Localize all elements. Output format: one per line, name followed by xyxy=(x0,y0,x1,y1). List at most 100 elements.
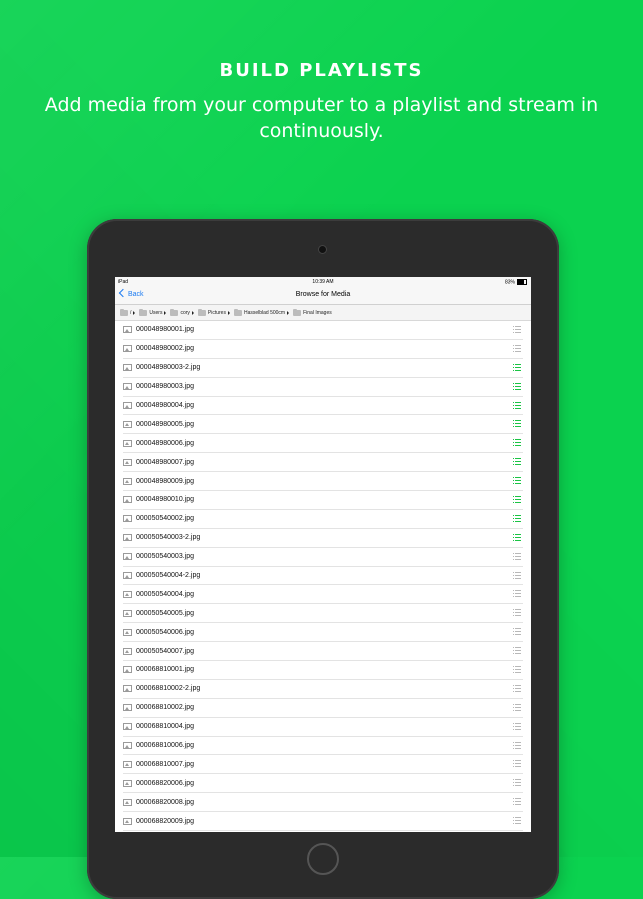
playlist-icon-dot xyxy=(513,647,515,649)
playlist-icon-dot xyxy=(513,798,515,800)
playlist-icon-dot xyxy=(513,669,515,671)
list-item[interactable]: 000068810007.jpg xyxy=(123,755,523,775)
list-item[interactable]: 000048980009.jpg xyxy=(123,472,523,492)
list-item[interactable]: 000050540004.jpg xyxy=(123,585,523,605)
add-to-playlist-icon[interactable] xyxy=(513,363,521,371)
add-to-playlist-icon[interactable] xyxy=(513,684,521,692)
list-item[interactable]: 000048980001.jpg xyxy=(123,321,523,340)
add-to-playlist-icon[interactable] xyxy=(513,628,521,636)
image-file-icon xyxy=(123,742,132,750)
list-item[interactable]: 000048980005.jpg xyxy=(123,415,523,435)
add-to-playlist-icon[interactable] xyxy=(513,382,521,390)
list-item[interactable]: 000048980003-2.jpg xyxy=(123,359,523,378)
playlist-icon-bar xyxy=(515,407,521,409)
playlist-icon-bar xyxy=(515,628,521,630)
breadcrumb-label: Users xyxy=(149,309,163,316)
list-item[interactable]: 000050540005.jpg xyxy=(123,604,523,624)
playlist-icon-bar xyxy=(515,536,521,538)
list-item[interactable]: 000068820009.jpg xyxy=(123,812,523,832)
breadcrumb-item[interactable]: Hasselblad 500cm xyxy=(233,308,290,316)
add-to-playlist-icon[interactable] xyxy=(513,326,521,333)
image-file-icon xyxy=(123,760,132,768)
breadcrumb-item[interactable]: Final Images xyxy=(293,308,332,316)
file-name: 000048980005.jpg xyxy=(136,420,195,428)
add-to-playlist-icon[interactable] xyxy=(513,439,521,447)
list-item[interactable]: 000050540003.jpg xyxy=(123,548,523,567)
playlist-icon-bar xyxy=(515,725,521,727)
list-item[interactable]: 000048980002.jpg xyxy=(123,340,523,359)
list-item[interactable]: 000068810006.jpg xyxy=(123,737,523,756)
add-to-playlist-icon[interactable] xyxy=(513,514,521,522)
playlist-icon-bar xyxy=(515,650,521,652)
add-to-playlist-icon[interactable] xyxy=(513,609,521,617)
playlist-icon-bar xyxy=(515,779,521,781)
add-to-playlist-icon[interactable] xyxy=(513,477,521,485)
list-item[interactable]: 000048980006.jpg xyxy=(123,434,523,454)
add-to-playlist-icon[interactable] xyxy=(513,647,521,655)
list-item[interactable]: 000050540002.jpg xyxy=(123,510,523,529)
playlist-icon-dot xyxy=(513,779,515,781)
add-to-playlist-icon[interactable] xyxy=(513,571,521,579)
playlist-icon-dot xyxy=(513,558,515,560)
playlist-icon-bar xyxy=(515,684,521,686)
add-to-playlist-icon[interactable] xyxy=(513,779,521,787)
file-name: 000068810006.jpg xyxy=(136,742,195,750)
list-item[interactable]: 000048980010.jpg xyxy=(123,491,523,510)
playlist-icon-dot xyxy=(513,634,515,636)
add-to-playlist-icon[interactable] xyxy=(513,741,521,749)
list-item[interactable]: 000068810001.jpg xyxy=(123,661,523,680)
home-button[interactable] xyxy=(307,843,339,875)
add-to-playlist-icon[interactable] xyxy=(513,552,521,560)
playlist-icon-line xyxy=(513,609,521,611)
list-item[interactable]: 000048980004.jpg xyxy=(123,397,523,416)
playlist-icon-bar xyxy=(515,326,521,327)
list-item[interactable]: 000048980003.jpg xyxy=(123,378,523,397)
add-to-playlist-icon[interactable] xyxy=(513,344,521,352)
add-to-playlist-icon[interactable] xyxy=(513,458,521,466)
camera-icon xyxy=(319,246,326,253)
playlist-icon-bar xyxy=(515,420,521,422)
add-to-playlist-icon[interactable] xyxy=(513,703,521,711)
playlist-icon-bar xyxy=(515,464,521,466)
playlist-icon-bar xyxy=(515,571,521,573)
add-to-playlist-icon[interactable] xyxy=(513,760,521,768)
add-to-playlist-icon[interactable] xyxy=(513,533,521,541)
breadcrumb-item[interactable]: / xyxy=(120,308,136,316)
add-to-playlist-icon[interactable] xyxy=(513,401,521,409)
list-item[interactable]: 000068810004.jpg xyxy=(123,718,523,737)
playlist-icon-line xyxy=(513,634,521,636)
playlist-icon-bar xyxy=(515,653,521,655)
add-to-playlist-icon[interactable] xyxy=(513,496,521,504)
list-item[interactable]: 000068810002-2.jpg xyxy=(123,680,523,699)
add-to-playlist-icon[interactable] xyxy=(513,798,521,806)
playlist-icon-line xyxy=(513,590,521,592)
playlist-icon-bar xyxy=(515,483,521,485)
playlist-icon-bar xyxy=(515,612,521,614)
playlist-icon-line xyxy=(513,728,521,730)
list-item[interactable]: 000068820006.jpg xyxy=(123,774,523,794)
playlist-icon-line xyxy=(513,798,521,800)
add-to-playlist-icon[interactable] xyxy=(513,817,521,825)
list-item[interactable]: 000048980007.jpg xyxy=(123,453,523,473)
playlist-icon-dot xyxy=(513,363,515,365)
list-item[interactable]: 000050540007.jpg xyxy=(123,642,523,662)
list-item[interactable]: 000068820008.jpg xyxy=(123,793,523,813)
breadcrumb-item[interactable]: Pictures xyxy=(197,308,230,316)
add-to-playlist-icon[interactable] xyxy=(513,666,521,674)
playlist-icon-line xyxy=(513,647,521,649)
add-to-playlist-icon[interactable] xyxy=(513,722,521,730)
playlist-icon-dot xyxy=(513,820,515,822)
playlist-icon-line xyxy=(513,801,521,803)
playlist-icon-bar xyxy=(515,499,521,501)
list-item[interactable]: 000050540004-2.jpg xyxy=(123,567,523,586)
list-item[interactable]: 000050540003-2.jpg xyxy=(123,529,523,548)
add-to-playlist-icon[interactable] xyxy=(513,420,521,428)
list-item[interactable]: 000068810002.jpg xyxy=(123,699,523,718)
list-item[interactable]: 000068820011.jpg xyxy=(123,831,523,832)
playlist-icon-dot xyxy=(513,684,515,686)
playlist-icon-bar xyxy=(515,782,521,784)
add-to-playlist-icon[interactable] xyxy=(513,590,521,598)
breadcrumb-item[interactable]: Users xyxy=(139,308,167,316)
list-item[interactable]: 000050540006.jpg xyxy=(123,623,523,643)
breadcrumb-item[interactable]: cory xyxy=(170,308,194,316)
